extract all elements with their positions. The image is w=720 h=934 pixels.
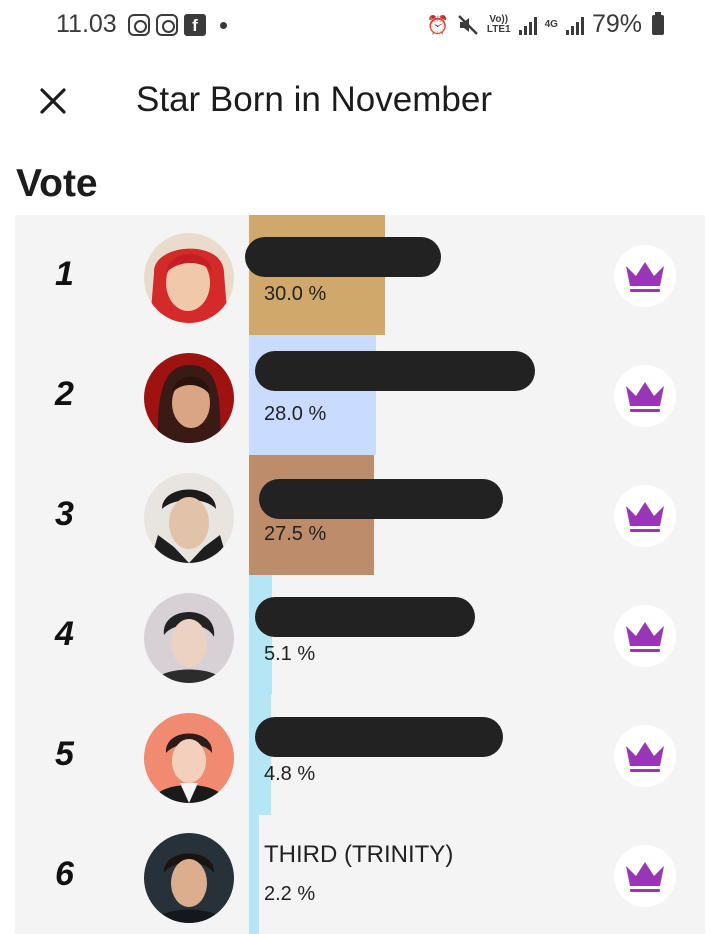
status-time: 11.03: [56, 10, 117, 38]
avatar: [144, 233, 234, 323]
avatar: [144, 833, 234, 923]
candidate-name: THIRD (TRINITY): [264, 841, 454, 868]
mute-icon: [458, 14, 478, 35]
battery-icon: [652, 11, 664, 35]
ranking-row[interactable]: 2 28.0 %: [15, 335, 705, 455]
vote-percent: 5.1 %: [264, 643, 316, 665]
rank-number: 5: [55, 735, 74, 773]
network-4g-label: 4G: [544, 18, 558, 30]
rank-number: 2: [55, 375, 74, 413]
avatar: [144, 473, 234, 563]
crown-icon: [626, 382, 664, 412]
rank-number: 6: [55, 855, 74, 893]
instagram-icon: [156, 14, 178, 36]
vote-percent: 4.8 %: [264, 763, 316, 785]
rank-number: 4: [55, 615, 74, 653]
notification-icons: f: [128, 14, 227, 36]
alarm-icon: ⏰: [426, 14, 449, 35]
crown-icon: [626, 742, 664, 772]
vote-button[interactable]: [614, 245, 676, 307]
battery-percent: 79%: [591, 10, 642, 38]
ranking-row[interactable]: 5 4.8 %: [15, 695, 705, 815]
volte-indicator: Vo)) LTE1: [486, 14, 511, 35]
crown-icon: [626, 622, 664, 652]
system-icons: ⏰ Vo)) LTE1 4G 79%: [426, 10, 664, 39]
crown-icon: [626, 502, 664, 532]
vote-button[interactable]: [614, 845, 676, 907]
vote-button[interactable]: [614, 725, 676, 787]
status-bar: 11.03 f ⏰ Vo)) LTE1 4G 79%: [0, 0, 720, 54]
redaction-mark: [259, 479, 503, 519]
signal-icon: [565, 15, 584, 35]
vote-percent: 30.0 %: [264, 283, 327, 305]
close-button[interactable]: [36, 84, 70, 118]
ranking-row[interactable]: 1 30.0 %: [15, 215, 705, 335]
crown-icon: [626, 262, 664, 292]
redaction-mark: [245, 237, 441, 277]
redaction-mark: [255, 717, 503, 757]
vote-percent: 27.5 %: [264, 523, 327, 545]
rank-number: 3: [55, 495, 74, 533]
ranking-row[interactable]: 3 27.5 %: [15, 455, 705, 575]
facebook-icon: f: [184, 14, 206, 36]
section-title: Vote: [16, 162, 98, 205]
ranking-row[interactable]: 4 5.1 %: [15, 575, 705, 695]
avatar: [144, 353, 234, 443]
ranking-list: 1 30.0 % 2 28.0 % 3 27.5 % 4 5.1 % 5 4.8…: [15, 215, 705, 934]
more-notifications-dot: [220, 21, 227, 29]
avatar: [144, 593, 234, 683]
vote-share-bar: [249, 815, 259, 934]
signal-icon: [518, 15, 537, 35]
close-icon: [40, 88, 66, 114]
rank-number: 1: [55, 255, 74, 293]
lte-label: LTE1: [486, 23, 511, 35]
crown-icon: [626, 862, 664, 892]
ranking-row[interactable]: 6 THIRD (TRINITY) 2.2 %: [15, 815, 705, 934]
vote-button[interactable]: [614, 605, 676, 667]
vote-percent: 28.0 %: [264, 403, 327, 425]
redaction-mark: [255, 351, 535, 391]
page-title: Star Born in November: [136, 80, 492, 119]
vote-button[interactable]: [614, 485, 676, 547]
vote-percent: 2.2 %: [264, 883, 316, 905]
vote-button[interactable]: [614, 365, 676, 427]
instagram-icon: [128, 14, 150, 36]
avatar: [144, 713, 234, 803]
redaction-mark: [255, 597, 475, 637]
